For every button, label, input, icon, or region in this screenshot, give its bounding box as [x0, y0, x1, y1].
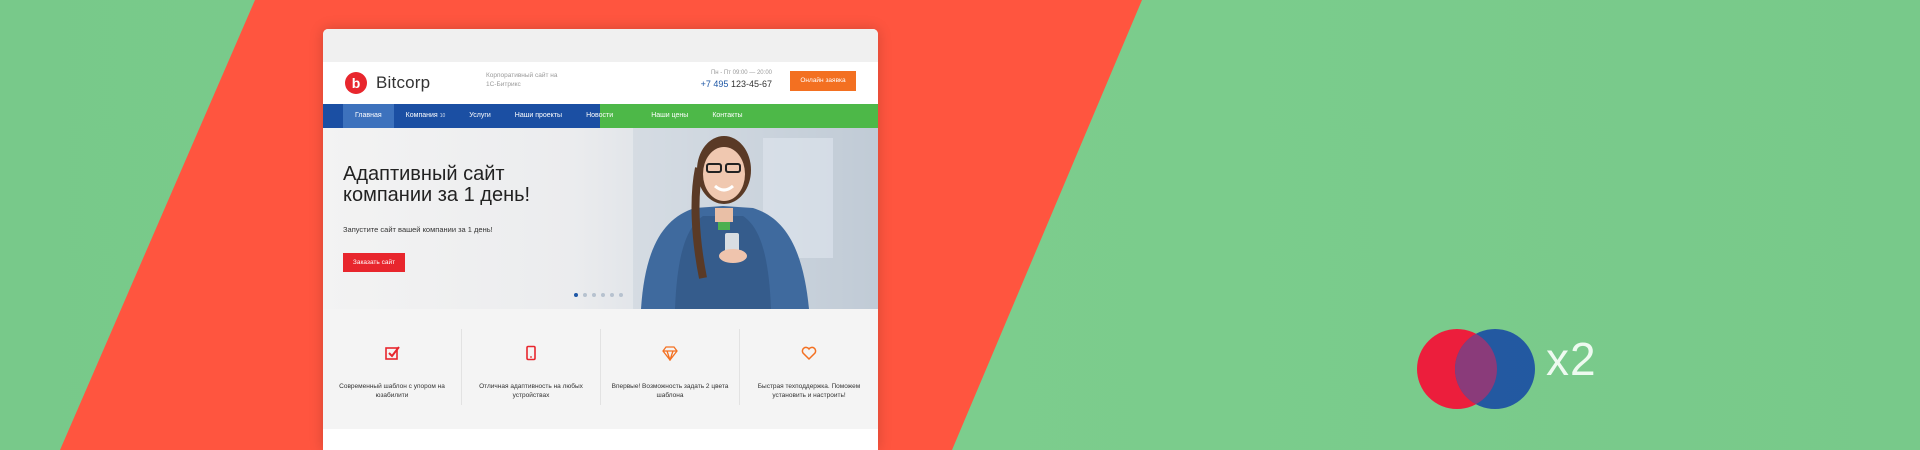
nav-item-prices[interactable]: Наши цены: [639, 104, 700, 128]
feature-item: Современный шаблон с упором на юзабилити: [323, 329, 462, 405]
nav-label: Главная: [355, 112, 382, 119]
slider-dots: [574, 293, 623, 297]
phone-code: +7 495: [700, 79, 729, 89]
feature-text: Впервые! Возможность задать 2 цвета шабл…: [611, 383, 729, 399]
mockup-topbar: [323, 29, 878, 62]
slider-dot[interactable]: [619, 293, 623, 297]
nav-label: Контакты: [712, 112, 743, 119]
features-strip: Современный шаблон с упором на юзабилити…: [323, 309, 878, 429]
hero-title: Адаптивный сайт компании за 1 день!: [343, 163, 531, 206]
nav-item-home[interactable]: Главная: [343, 104, 394, 128]
working-hours: Пн - Пт 09:00 — 20:00: [710, 70, 772, 76]
mockup-bottom: [323, 429, 878, 450]
multiplier-label: x2: [1546, 333, 1597, 385]
feature-item: Быстрая техподдержка. Поможем установить…: [740, 329, 878, 405]
phone-digits: 123-45-67: [730, 79, 772, 89]
nav-label: Новости: [586, 112, 614, 119]
slider-dot[interactable]: [610, 293, 614, 297]
nav-count-badge: 10: [439, 113, 446, 119]
diamond-icon: [662, 346, 678, 361]
nav-label: Наши проекты: [514, 112, 563, 119]
brand-name[interactable]: Bitcorp: [376, 73, 430, 93]
nav-label: Услуги: [469, 112, 491, 119]
online-order-button[interactable]: Онлайн заявка: [790, 71, 856, 91]
slider-dot[interactable]: [592, 293, 596, 297]
heart-icon: [801, 346, 817, 361]
nav-item-company[interactable]: Компания 10: [394, 104, 458, 128]
tablet-icon: [526, 345, 536, 361]
hero-slider: Адаптивный сайт компании за 1 день! Запу…: [323, 128, 878, 309]
nav-item-contacts[interactable]: Контакты: [700, 104, 754, 128]
slider-dot[interactable]: [574, 293, 578, 297]
hero-person-image: [633, 128, 878, 309]
site-header: b Bitcorp Корпоративный сайт на 1С-Битри…: [323, 62, 878, 104]
feature-item: Отличная адаптивность на любых устройств…: [462, 329, 601, 405]
feature-text: Быстрая техподдержка. Поможем установить…: [757, 383, 861, 399]
feature-text: Современный шаблон с упором на юзабилити: [339, 383, 445, 399]
phone-number[interactable]: +7 495 123-45-67: [701, 79, 772, 89]
feature-item: Впервые! Возможность задать 2 цвета шабл…: [601, 329, 740, 405]
checkbox-icon: [385, 346, 400, 360]
nav-item-projects[interactable]: Наши проекты: [503, 104, 574, 128]
nav-item-news[interactable]: Новости: [574, 104, 625, 128]
red-diagonal-stripe: [60, 0, 1142, 450]
nav-label: Наши цены: [651, 112, 689, 119]
brand-logo-icon[interactable]: b: [345, 72, 367, 94]
blue-circle-icon: [1455, 329, 1535, 409]
nav-item-services[interactable]: Услуги: [457, 104, 503, 128]
feature-text: Отличная адаптивность на любых устройств…: [479, 383, 583, 399]
hero-subtitle: Запустите сайт вашей компании за 1 день!: [343, 225, 493, 234]
order-site-button[interactable]: Заказать сайт: [343, 253, 405, 272]
website-mockup: b Bitcorp Корпоративный сайт на 1С-Битри…: [323, 29, 878, 450]
nav-label: Компания: [405, 112, 438, 119]
main-nav: Главная Компания 10 Услуги Наши проекты Н…: [323, 104, 878, 128]
site-tagline: Корпоративный сайт на 1С-Битрикс: [486, 72, 558, 88]
slider-dot[interactable]: [601, 293, 605, 297]
slider-dot[interactable]: [583, 293, 587, 297]
